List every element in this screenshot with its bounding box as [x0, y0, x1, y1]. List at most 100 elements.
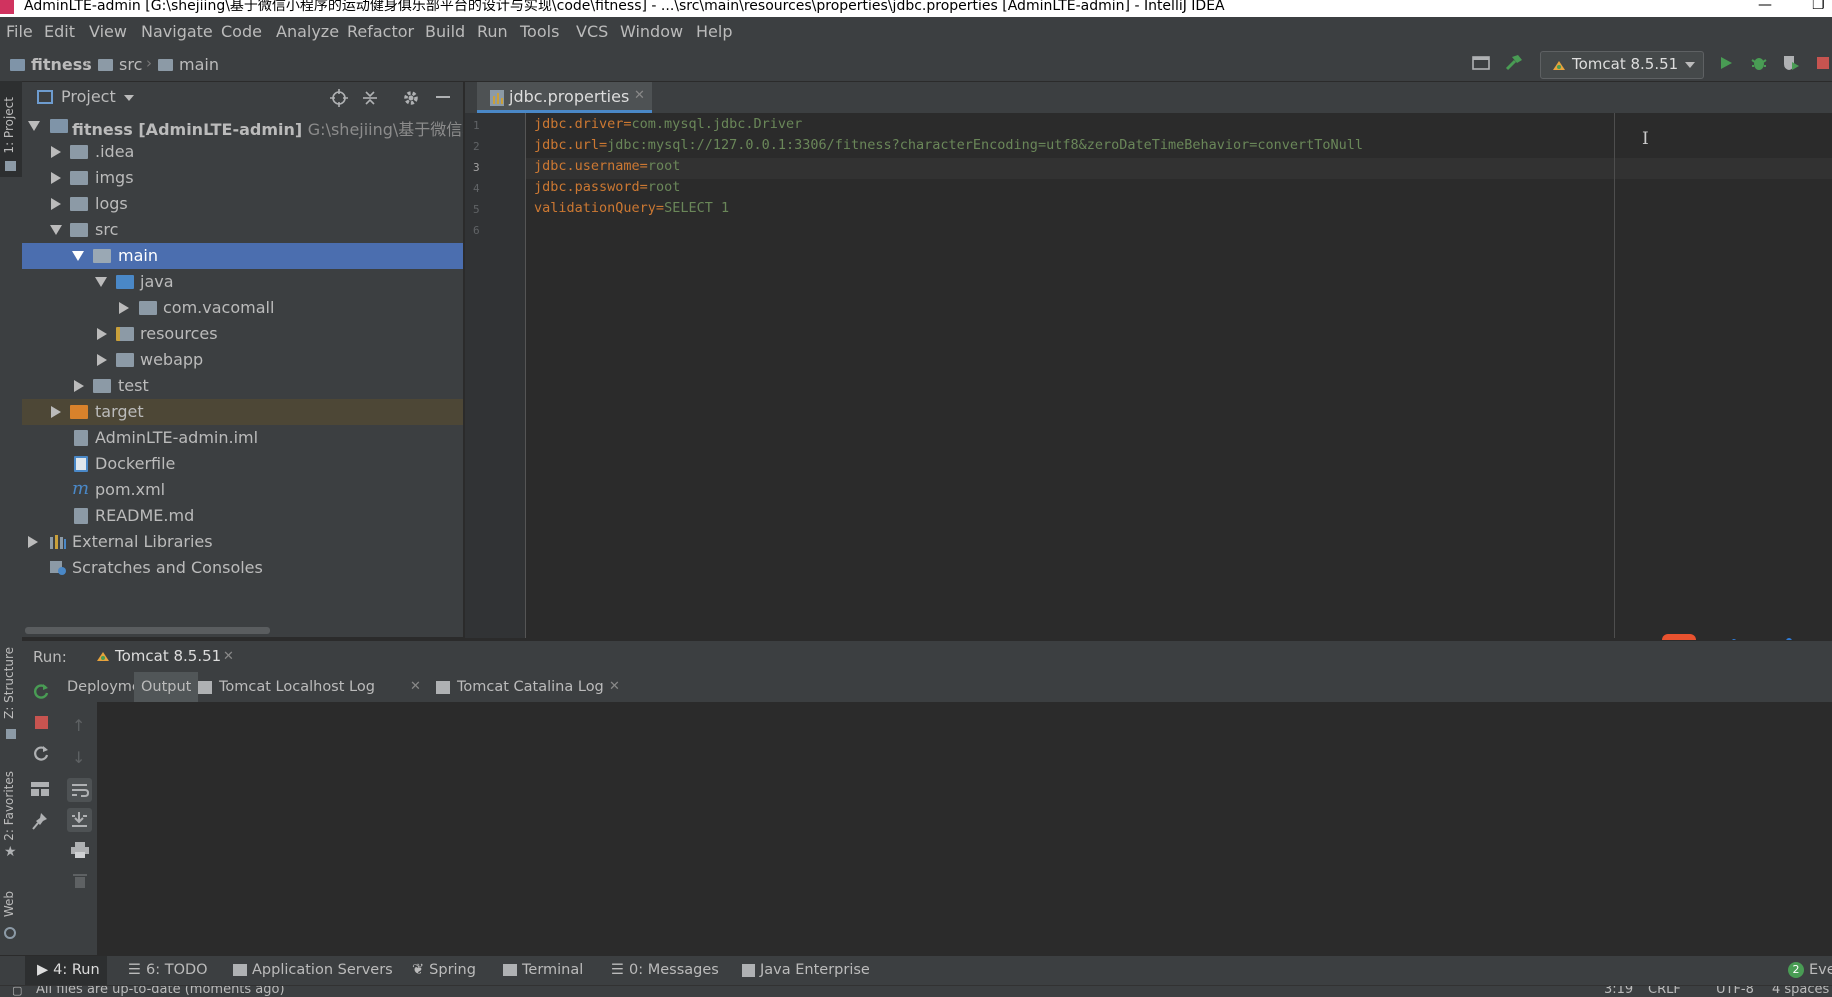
restore-icon[interactable]: ❐ — [1812, 0, 1825, 12]
menu-analyze[interactable]: Analyze — [276, 22, 339, 41]
breadcrumb-src[interactable]: src — [98, 55, 142, 74]
stop-icon[interactable] — [35, 716, 48, 729]
run-icon[interactable] — [1718, 55, 1734, 71]
application-servers-tool-button[interactable]: Application Servers — [233, 962, 393, 978]
menu-edit[interactable]: Edit — [44, 22, 75, 41]
expand-arrow-icon[interactable] — [95, 277, 107, 287]
tree-item-readme[interactable]: README.md — [22, 503, 463, 529]
run-tool-button[interactable]: ▶ 4: Run — [25, 956, 107, 986]
expand-arrow-icon[interactable] — [119, 302, 129, 314]
expand-arrow-icon[interactable] — [97, 328, 107, 340]
expand-arrow-icon[interactable] — [50, 225, 62, 235]
stop-icon[interactable] — [1816, 56, 1830, 70]
run-with-coverage-icon[interactable] — [1782, 54, 1800, 72]
expand-arrow-icon[interactable] — [51, 172, 61, 184]
menu-refactor[interactable]: Refactor — [347, 22, 414, 41]
soft-wrap-button[interactable] — [67, 778, 92, 802]
tree-item-dockerfile[interactable]: Dockerfile — [22, 451, 463, 477]
scroll-to-end-button[interactable] — [67, 808, 92, 832]
tree-item-idea[interactable]: .idea — [22, 139, 463, 165]
collapse-all-icon[interactable] — [362, 90, 378, 106]
indent-setting[interactable]: 4 spaces — [1772, 986, 1829, 997]
close-tab-icon[interactable]: ✕ — [634, 88, 645, 103]
chevron-down-icon[interactable] — [124, 95, 134, 102]
close-tab-icon[interactable]: ✕ — [609, 679, 620, 694]
tab-jdbc-properties[interactable]: jdbc.properties ✕ — [477, 82, 652, 113]
rerun-icon[interactable] — [32, 682, 50, 700]
horizontal-scrollbar[interactable] — [25, 627, 270, 634]
run-configuration-select[interactable]: Tomcat 8.5.51 — [1540, 51, 1704, 79]
event-log-tool-button[interactable]: 2 Eve — [1788, 962, 1832, 978]
expand-arrow-icon[interactable] — [72, 251, 84, 261]
project-tool-tab[interactable]: 1: Project — [0, 81, 22, 177]
menu-build[interactable]: Build — [425, 22, 465, 41]
java-enterprise-tool-button[interactable]: Java Enterprise — [742, 962, 870, 978]
tree-item-scratches[interactable]: Scratches and Consoles — [22, 555, 463, 581]
expand-arrow-icon[interactable] — [74, 380, 84, 392]
expand-arrow-icon[interactable] — [51, 406, 61, 418]
build-hammer-icon[interactable] — [1504, 54, 1524, 72]
project-structure-icon[interactable] — [1472, 55, 1490, 71]
locate-target-icon[interactable] — [330, 89, 348, 107]
tree-item-test[interactable]: test — [22, 373, 463, 399]
tree-item-resources[interactable]: resources — [22, 321, 463, 347]
tab-tomcat-catalina-log[interactable]: Tomcat Catalina Log — [457, 672, 604, 702]
tab-tomcat-localhost-log[interactable]: Tomcat Localhost Log — [219, 672, 375, 702]
menu-window[interactable]: Window — [620, 22, 683, 41]
structure-tool-tab[interactable]: Z: Structure — [2, 647, 16, 719]
tree-item-java[interactable]: java — [22, 269, 463, 295]
close-run-tab-icon[interactable]: ✕ — [223, 649, 234, 664]
caret-position[interactable]: 3:19 — [1604, 986, 1633, 997]
line-separator[interactable]: CRLF — [1648, 986, 1681, 997]
minimize-icon[interactable]: — — [1758, 0, 1772, 12]
pin-icon[interactable] — [32, 812, 48, 830]
hide-panel-icon[interactable] — [436, 96, 450, 98]
menu-vcs[interactable]: VCS — [576, 22, 608, 41]
breadcrumb-main[interactable]: main — [158, 55, 219, 74]
status-toggle-icon[interactable]: ▢ — [12, 986, 22, 997]
debug-icon[interactable] — [1750, 54, 1768, 72]
expand-arrow-icon[interactable] — [28, 536, 38, 548]
run-config-tab-label[interactable]: Tomcat 8.5.51 — [115, 647, 221, 665]
menu-run[interactable]: Run — [477, 22, 508, 41]
console-output[interactable] — [98, 702, 1832, 966]
tree-item-target[interactable]: target — [22, 399, 463, 425]
menu-help[interactable]: Help — [696, 22, 732, 41]
tree-item-src[interactable]: src — [22, 217, 463, 243]
menu-tools[interactable]: Tools — [520, 22, 559, 41]
scroll-down-icon[interactable]: ↓ — [72, 748, 85, 767]
layout-icon[interactable] — [31, 782, 49, 796]
spring-tool-button[interactable]: ❦ Spring — [412, 962, 476, 978]
web-tool-tab[interactable]: Web — [2, 891, 16, 917]
menu-file[interactable]: File — [6, 22, 33, 41]
expand-arrow-icon[interactable] — [28, 121, 40, 131]
menu-code[interactable]: Code — [221, 22, 262, 41]
tree-item-com-vacomall[interactable]: com.vacomall — [22, 295, 463, 321]
tree-item-webapp[interactable]: webapp — [22, 347, 463, 373]
breadcrumb-fitness[interactable]: fitness — [10, 55, 92, 74]
file-encoding[interactable]: UTF-8 — [1716, 986, 1754, 997]
settings-gear-icon[interactable] — [402, 89, 420, 107]
expand-arrow-icon[interactable] — [51, 198, 61, 210]
terminal-tool-button[interactable]: Terminal — [503, 962, 583, 978]
menu-navigate[interactable]: Navigate — [141, 22, 213, 41]
update-resources-icon[interactable] — [32, 744, 50, 762]
messages-tool-button[interactable]: ☰ 0: Messages — [611, 962, 719, 978]
tree-item-fitness[interactable]: fitness [AdminLTE-admin] G:\shejiing\基于微… — [22, 113, 510, 139]
expand-arrow-icon[interactable] — [97, 354, 107, 366]
tree-item-iml-file[interactable]: AdminLTE-admin.iml — [22, 425, 463, 451]
tree-item-main[interactable]: main — [22, 243, 463, 269]
trash-icon[interactable] — [73, 872, 87, 888]
tree-item-logs[interactable]: logs — [22, 191, 463, 217]
tree-item-external-libraries[interactable]: External Libraries — [22, 529, 463, 555]
tree-item-imgs[interactable]: imgs — [22, 165, 463, 191]
favorites-tool-tab[interactable]: 2: Favorites — [2, 771, 16, 841]
close-tab-icon[interactable]: ✕ — [410, 679, 421, 694]
project-panel-title[interactable]: Project — [61, 87, 116, 106]
expand-arrow-icon[interactable] — [51, 146, 61, 158]
print-icon[interactable] — [71, 842, 89, 858]
tab-output[interactable]: Output — [134, 672, 199, 702]
menu-view[interactable]: View — [89, 22, 127, 41]
scroll-up-icon[interactable]: ↑ — [72, 716, 85, 735]
todo-tool-button[interactable]: ☰ 6: TODO — [128, 962, 208, 978]
